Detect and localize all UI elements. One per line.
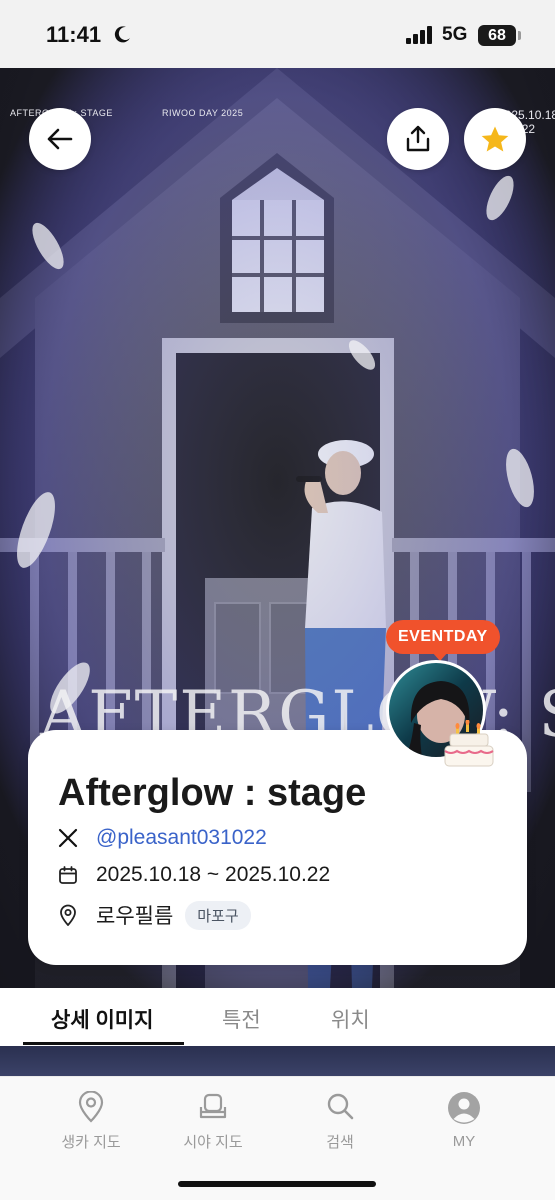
detail-image-preview [0, 1046, 555, 1076]
moon-icon [114, 26, 130, 43]
tab-location[interactable]: 위치 [331, 1004, 370, 1034]
battery-nub [518, 31, 521, 40]
tab-perks[interactable]: 특전 [222, 1004, 261, 1034]
nav-seat-map-label: 시야 지도 [183, 1134, 243, 1151]
twitter-handle-link[interactable]: @pleasant031022 [96, 826, 267, 850]
share-icon [406, 125, 430, 152]
region-tag: 마포구 [185, 900, 251, 930]
nav-cafe-map-label: 생카 지도 [61, 1134, 121, 1151]
venue-name: 로우필름 [96, 905, 174, 928]
nav-my[interactable]: MY [409, 1091, 519, 1150]
event-title: Afterglow : stage [58, 772, 367, 814]
favorite-button[interactable] [464, 108, 526, 170]
battery-icon: 68 [478, 25, 516, 46]
date-row: 2025.10.18 ~ 2025.10.22 [58, 863, 330, 887]
twitter-row[interactable]: @pleasant031022 [58, 826, 267, 850]
home-indicator [178, 1181, 376, 1187]
birthday-cake-icon [444, 720, 494, 767]
map-pin-icon [78, 1091, 104, 1123]
eventday-badge: EVENTDAY [386, 620, 500, 654]
event-dates: 2025.10.18 ~ 2025.10.22 [96, 863, 331, 886]
x-logo-icon [58, 828, 78, 848]
signal-icon [406, 26, 432, 44]
nav-search[interactable]: 검색 [285, 1091, 395, 1152]
tab-detail-images[interactable]: 상세 이미지 [51, 1004, 153, 1034]
back-button[interactable] [29, 108, 91, 170]
nav-seat-map[interactable]: 시야 지도 [158, 1091, 268, 1152]
poster-caption-mid: RIWOO DAY 2025 [162, 108, 244, 118]
search-icon [327, 1093, 354, 1120]
status-time: 11:41 [46, 22, 102, 47]
arrow-left-icon [47, 128, 73, 150]
nav-search-label: 검색 [326, 1134, 354, 1151]
location-row: 로우필름 마포구 [58, 900, 251, 930]
share-button[interactable] [387, 108, 449, 170]
detail-tabs: 상세 이미지 특전 위치 [0, 988, 555, 1046]
status-bar: 11:41 5G 68 [0, 0, 555, 68]
seat-icon [199, 1093, 227, 1119]
calendar-icon [59, 866, 77, 884]
location-pin-icon [60, 904, 76, 926]
nav-my-label: MY [452, 1133, 476, 1150]
star-icon [481, 126, 509, 151]
active-tab-indicator [23, 1042, 184, 1045]
profile-icon [448, 1092, 480, 1124]
network-type: 5G [442, 24, 468, 45]
nav-cafe-map[interactable]: 생카 지도 [36, 1091, 146, 1152]
